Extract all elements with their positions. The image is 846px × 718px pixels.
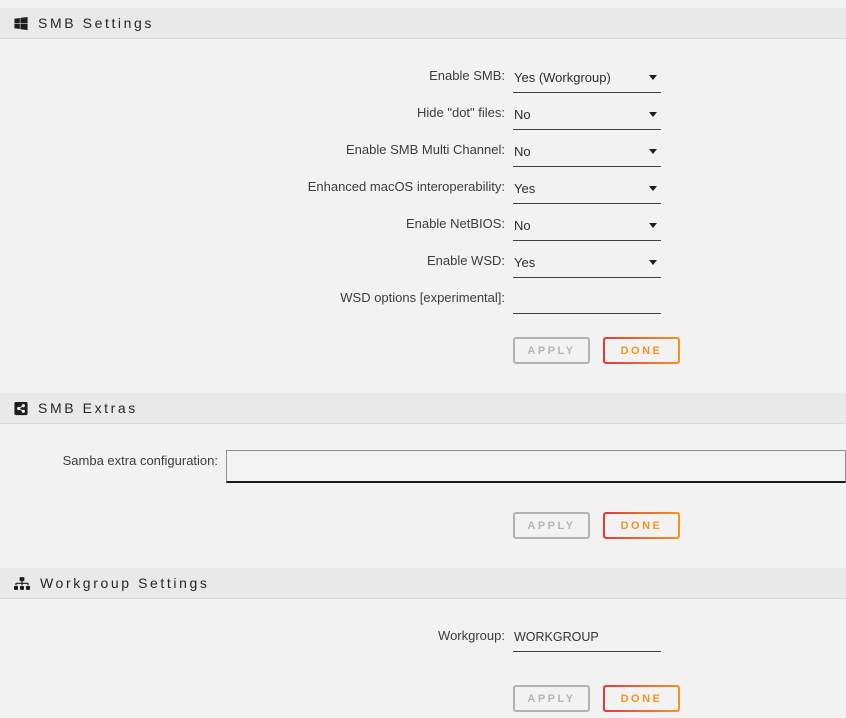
sitemap-icon (14, 577, 30, 590)
form-row-netbios: Enable NetBIOS: No (0, 213, 846, 250)
apply-button[interactable]: APPLY (513, 512, 590, 539)
form-row-smb-multi-channel: Enable SMB Multi Channel: No (0, 139, 846, 176)
dropdown-arrow-icon (649, 223, 657, 228)
section-title: Workgroup Settings (40, 575, 210, 591)
section-header-smb-extras: SMB Extras (0, 393, 846, 424)
field-label: Hide "dot" files: (0, 102, 505, 120)
field-label: Enhanced macOS interoperability: (0, 176, 505, 194)
hide-dot-files-select[interactable]: No (513, 102, 661, 130)
workgroup-input[interactable] (513, 625, 661, 652)
workgroup-form: Workgroup: APPLY DONE (0, 599, 846, 712)
field-label: Enable WSD: (0, 250, 505, 268)
select-value: Yes (Workgroup) (514, 70, 611, 85)
section-smb-settings: SMB Settings Enable SMB: Yes (Workgroup)… (0, 8, 846, 364)
select-value: No (514, 107, 531, 122)
dropdown-arrow-icon (649, 75, 657, 80)
select-value: No (514, 144, 531, 159)
field-label: Enable NetBIOS: (0, 213, 505, 231)
form-row-workgroup: Workgroup: (0, 625, 846, 662)
enable-smb-multi-channel-select[interactable]: No (513, 139, 661, 167)
form-row-macos-interop: Enhanced macOS interoperability: Yes (0, 176, 846, 213)
windows-icon (14, 16, 28, 31)
workgroup-actions: APPLY DONE (513, 685, 846, 712)
dropdown-arrow-icon (649, 260, 657, 265)
enhanced-macos-interoperability-select[interactable]: Yes (513, 176, 661, 204)
section-workgroup-settings: Workgroup Settings Workgroup: APPLY DONE (0, 568, 846, 712)
apply-button[interactable]: APPLY (513, 685, 590, 712)
done-button[interactable]: DONE (603, 337, 680, 364)
smb-extras-form: Samba extra configuration: APPLY DONE (0, 424, 846, 539)
apply-button[interactable]: APPLY (513, 337, 590, 364)
field-label: Enable SMB: (0, 65, 505, 83)
section-header-smb-settings: SMB Settings (0, 8, 846, 39)
form-row-wsd: Enable WSD: Yes (0, 250, 846, 287)
form-row-hide-dot-files: Hide "dot" files: No (0, 102, 846, 139)
form-row-enable-smb: Enable SMB: Yes (Workgroup) (0, 65, 846, 102)
enable-smb-select[interactable]: Yes (Workgroup) (513, 65, 661, 93)
select-value: No (514, 218, 531, 233)
done-button[interactable]: DONE (603, 512, 680, 539)
form-row-wsd-options: WSD options [experimental]: (0, 287, 846, 324)
field-label: Samba extra configuration: (0, 450, 218, 468)
smb-settings-actions: APPLY DONE (513, 337, 846, 364)
smb-settings-page: SMB Settings Enable SMB: Yes (Workgroup)… (0, 0, 846, 718)
section-smb-extras: SMB Extras Samba extra configuration: AP… (0, 393, 846, 539)
field-label: Enable SMB Multi Channel: (0, 139, 505, 157)
smb-settings-form: Enable SMB: Yes (Workgroup) Hide "dot" f… (0, 39, 846, 364)
enable-netbios-select[interactable]: No (513, 213, 661, 241)
field-label: Workgroup: (0, 625, 505, 643)
samba-extra-configuration-textarea[interactable] (226, 450, 846, 483)
dropdown-arrow-icon (649, 149, 657, 154)
form-row-samba-extra: Samba extra configuration: (0, 450, 846, 483)
done-button[interactable]: DONE (603, 685, 680, 712)
select-value: Yes (514, 181, 535, 196)
field-label: WSD options [experimental]: (0, 287, 505, 305)
dropdown-arrow-icon (649, 112, 657, 117)
smb-extras-actions: APPLY DONE (513, 512, 846, 539)
dropdown-arrow-icon (649, 186, 657, 191)
enable-wsd-select[interactable]: Yes (513, 250, 661, 278)
section-title: SMB Settings (38, 15, 154, 31)
select-value: Yes (514, 255, 535, 270)
wsd-options-input[interactable] (513, 287, 661, 314)
section-title: SMB Extras (38, 400, 138, 416)
section-header-workgroup-settings: Workgroup Settings (0, 568, 846, 599)
share-icon (14, 401, 28, 416)
